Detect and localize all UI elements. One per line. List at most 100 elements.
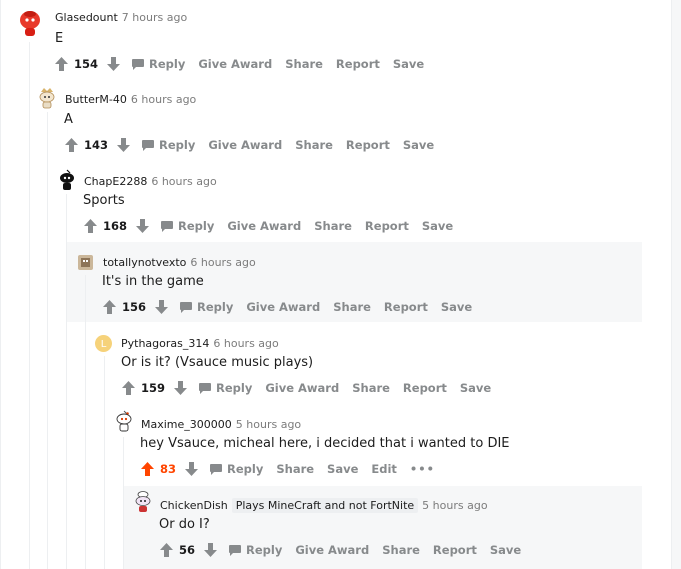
reply-button[interactable]: Reply: [180, 300, 233, 314]
comment-author[interactable]: ChapE2288: [84, 175, 147, 188]
chat-bubble-icon: [161, 220, 174, 232]
thread-line-level-4[interactable]: [85, 275, 86, 569]
save-button[interactable]: Save: [393, 57, 424, 71]
comment-action-bar: 83 Reply Share Save Edit •••: [140, 459, 448, 479]
comment-timestamp[interactable]: 5 hours ago: [422, 499, 487, 512]
vote-score: 83: [160, 462, 177, 476]
comment-timestamp[interactable]: 6 hours ago: [213, 337, 278, 350]
chat-bubble-icon: [180, 301, 193, 313]
upvote-icon[interactable]: [159, 542, 173, 558]
comment-body: hey Vsauce, micheal here, i decided that…: [140, 436, 510, 451]
comment-action-bar: 159 Reply Give Award Share Report Save: [121, 378, 504, 398]
share-button[interactable]: Share: [382, 543, 420, 557]
thread-line-level-2[interactable]: [47, 112, 48, 569]
comment-author[interactable]: Pythagoras_314: [121, 337, 209, 350]
comment-author[interactable]: ButterM-40: [65, 93, 127, 106]
comment-action-bar: 156 Reply Give Award Share Report Save: [102, 297, 485, 317]
reply-button[interactable]: Reply: [132, 57, 185, 71]
comment-author[interactable]: Glasedount: [55, 11, 118, 24]
report-button[interactable]: Report: [336, 57, 380, 71]
give-award-button[interactable]: Give Award: [208, 138, 282, 152]
reply-button[interactable]: Reply: [229, 543, 282, 557]
thread-line-level-3[interactable]: [66, 194, 67, 569]
reply-button[interactable]: Reply: [210, 462, 263, 476]
reply-label: Reply: [197, 300, 234, 314]
give-award-button[interactable]: Give Award: [198, 57, 272, 71]
report-button[interactable]: Report: [365, 219, 409, 233]
share-button[interactable]: Share: [333, 300, 371, 314]
give-award-button[interactable]: Give Award: [246, 300, 320, 314]
vote-score: 159: [141, 381, 166, 395]
give-award-button[interactable]: Give Award: [265, 381, 339, 395]
chef-snoo-avatar-icon[interactable]: [133, 491, 153, 513]
comment-author[interactable]: totallynotvexto: [103, 256, 186, 269]
downvote-icon[interactable]: [135, 218, 149, 234]
reply-button[interactable]: Reply: [142, 138, 195, 152]
user-flair: Plays MineCraft and not FortNite: [231, 498, 419, 513]
comment-author[interactable]: ChickenDish: [160, 499, 228, 512]
page-border-left: [0, 0, 1, 569]
share-button[interactable]: Share: [276, 462, 314, 476]
page-scroll-edge: [672, 0, 681, 569]
report-button[interactable]: Report: [433, 543, 477, 557]
upvote-icon-active[interactable]: [140, 461, 154, 477]
downvote-icon[interactable]: [154, 299, 168, 315]
comment-body: Sports: [83, 193, 125, 208]
give-award-button[interactable]: Give Award: [295, 543, 369, 557]
share-button[interactable]: Share: [285, 57, 323, 71]
downvote-icon[interactable]: [184, 461, 198, 477]
vote-score: 143: [84, 138, 109, 152]
save-button[interactable]: Save: [441, 300, 472, 314]
report-button[interactable]: Report: [403, 381, 447, 395]
comment-body: Or do I?: [159, 517, 210, 532]
save-button[interactable]: Save: [403, 138, 434, 152]
give-award-button[interactable]: Give Award: [227, 219, 301, 233]
snoo-avatar-icon[interactable]: [114, 410, 134, 432]
thread-line-level-1[interactable]: [29, 42, 30, 569]
upvote-icon[interactable]: [54, 56, 68, 72]
chat-bubble-icon: [199, 382, 212, 394]
crowned-snoo-avatar-icon[interactable]: [37, 87, 57, 109]
save-button[interactable]: Save: [422, 219, 453, 233]
reply-button[interactable]: Reply: [199, 381, 252, 395]
thread-line-level-6[interactable]: [123, 437, 124, 569]
comment-author[interactable]: Maxime_300000: [141, 418, 232, 431]
share-button[interactable]: Share: [295, 138, 333, 152]
more-options-icon[interactable]: •••: [410, 462, 435, 476]
comment-timestamp[interactable]: 6 hours ago: [131, 93, 196, 106]
report-button[interactable]: Report: [346, 138, 390, 152]
save-button[interactable]: Save: [490, 543, 521, 557]
reply-label: Reply: [227, 462, 264, 476]
share-button[interactable]: Share: [314, 219, 352, 233]
comment-action-bar: 56 Reply Give Award Share Report Save: [159, 540, 534, 560]
comment-action-bar: 143 Reply Give Award Share Report Save: [64, 135, 447, 155]
vote-score: 168: [103, 219, 128, 233]
downvote-icon[interactable]: [116, 137, 130, 153]
comment-timestamp[interactable]: 7 hours ago: [122, 11, 187, 24]
comment-timestamp[interactable]: 6 hours ago: [190, 256, 255, 269]
red-snoo-avatar-icon[interactable]: [18, 9, 42, 37]
report-button[interactable]: Report: [384, 300, 428, 314]
upvote-icon[interactable]: [102, 299, 116, 315]
downvote-icon[interactable]: [106, 56, 120, 72]
comment-body: E: [55, 31, 64, 46]
thread-line-level-5[interactable]: [104, 356, 105, 569]
upvote-icon[interactable]: [83, 218, 97, 234]
comment-timestamp[interactable]: 6 hours ago: [151, 175, 216, 188]
share-button[interactable]: Share: [352, 381, 390, 395]
pixel-avatar-icon[interactable]: [78, 255, 93, 270]
reply-label: Reply: [178, 219, 215, 233]
comment-timestamp[interactable]: 5 hours ago: [236, 418, 301, 431]
upvote-icon[interactable]: [121, 380, 135, 396]
reply-button[interactable]: Reply: [161, 219, 214, 233]
edit-button[interactable]: Edit: [371, 462, 397, 476]
black-snoo-avatar-icon[interactable]: [57, 169, 77, 191]
yellow-avatar-icon[interactable]: L: [95, 335, 112, 352]
reply-label: Reply: [216, 381, 253, 395]
downvote-icon[interactable]: [173, 380, 187, 396]
downvote-icon[interactable]: [203, 542, 217, 558]
upvote-icon[interactable]: [64, 137, 78, 153]
save-button[interactable]: Save: [327, 462, 358, 476]
comment-body: It's in the game: [102, 274, 204, 289]
save-button[interactable]: Save: [460, 381, 491, 395]
